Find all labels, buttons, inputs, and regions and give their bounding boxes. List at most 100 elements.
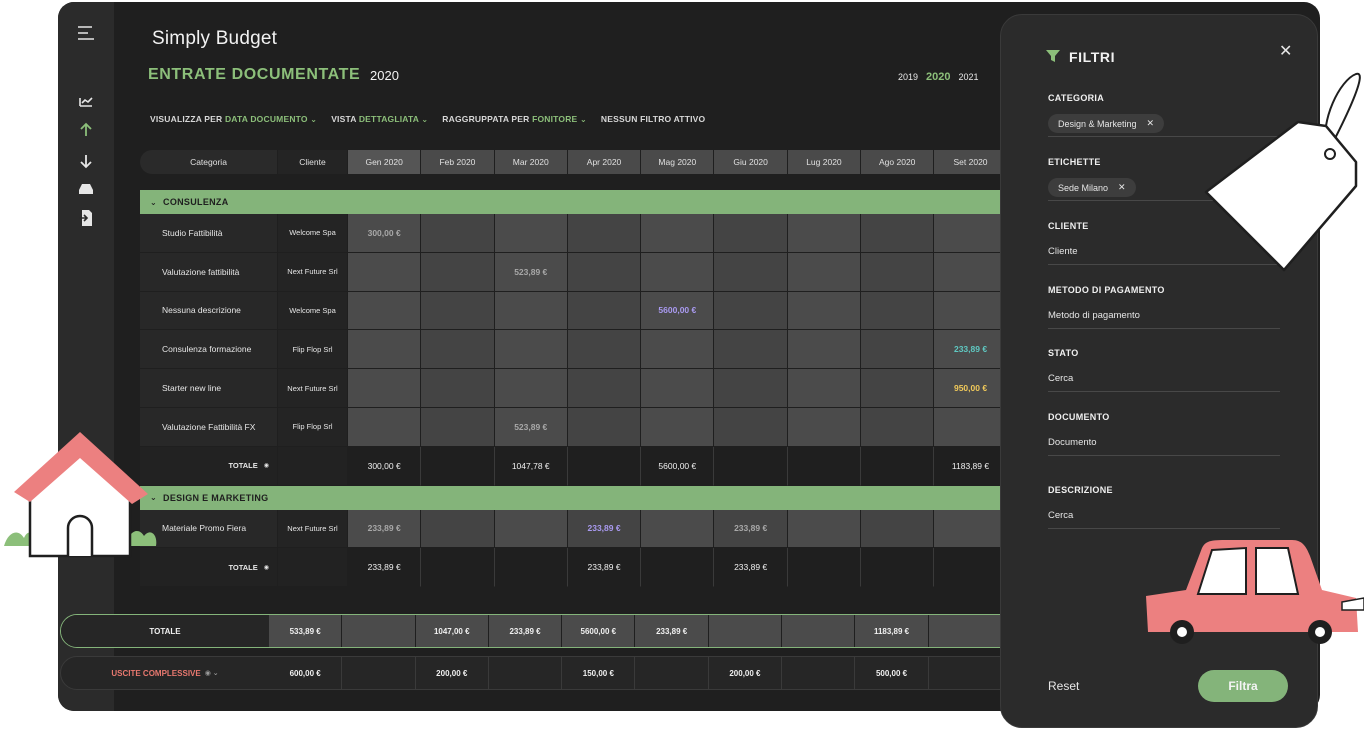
month-value-cell[interactable] (641, 214, 715, 253)
column-header-month[interactable]: Giu 2020 (714, 150, 788, 174)
month-value-cell[interactable] (421, 509, 495, 549)
month-value-cell[interactable]: 233,89 € (567, 509, 642, 549)
column-header-month[interactable]: Apr 2020 (567, 150, 642, 174)
close-icon[interactable]: ✕ (1279, 41, 1292, 61)
month-value-cell[interactable] (348, 330, 422, 370)
month-value-cell[interactable]: 950,00 € (934, 369, 1008, 408)
month-value-cell[interactable] (494, 369, 568, 408)
month-value-cell[interactable] (861, 407, 935, 447)
month-value-cell[interactable] (787, 291, 862, 331)
view-filter-date[interactable]: VISUALIZZA PER DATA DOCUMENTO ⌄ (150, 114, 317, 124)
summary-out-label[interactable]: USCITE COMPLESSIVE ◉ ⌄ (61, 657, 269, 689)
reset-button[interactable]: Reset (1048, 679, 1079, 693)
chart-icon[interactable] (72, 90, 100, 112)
month-value-cell[interactable] (787, 330, 862, 370)
filter-chip[interactable]: Sede Milano ✕ (1048, 178, 1136, 197)
month-value-cell[interactable] (641, 509, 715, 549)
arrow-down-icon[interactable] (72, 150, 100, 172)
remove-chip-icon[interactable]: ✕ (1147, 118, 1155, 129)
table-row[interactable]: Consulenza formazione Flip Flop Srl 233,89… (140, 330, 1140, 370)
month-value-cell[interactable] (567, 407, 642, 447)
month-value-cell[interactable] (567, 214, 642, 253)
month-value-cell[interactable] (494, 509, 568, 549)
month-value-cell[interactable] (934, 291, 1008, 331)
filter-descrizione-input[interactable]: Cerca (1048, 503, 1280, 529)
month-value-cell[interactable] (494, 291, 568, 331)
month-value-cell[interactable] (641, 407, 715, 447)
month-value-cell[interactable] (714, 407, 788, 447)
eye-icon[interactable]: ◉ (264, 564, 269, 571)
menu-icon[interactable] (72, 22, 100, 44)
month-value-cell[interactable] (787, 369, 862, 408)
month-value-cell[interactable] (714, 330, 788, 370)
month-value-cell[interactable] (567, 369, 642, 408)
table-row[interactable]: Starter new line Next Future Srl 950,00 € (140, 369, 1140, 408)
month-value-cell[interactable] (714, 252, 788, 292)
column-header-month[interactable]: Mar 2020 (494, 150, 568, 174)
table-row[interactable]: Studio Fattibilità Welcome Spa 300,00 € (140, 214, 1140, 253)
column-header-month[interactable]: Set 2020 (934, 150, 1008, 174)
month-value-cell[interactable] (861, 252, 935, 292)
month-value-cell[interactable] (421, 214, 495, 253)
month-value-cell[interactable] (348, 291, 422, 331)
month-value-cell[interactable]: 523,89 € (494, 407, 568, 447)
month-value-cell[interactable] (641, 369, 715, 408)
filter-chip[interactable]: Design & Marketing ✕ (1048, 114, 1165, 133)
year-option[interactable]: 2019 (898, 72, 918, 82)
month-value-cell[interactable] (348, 252, 422, 292)
column-header-month[interactable]: Ago 2020 (861, 150, 935, 174)
month-value-cell[interactable] (567, 252, 642, 292)
eye-icon[interactable]: ◉ (264, 462, 269, 469)
month-value-cell[interactable] (861, 291, 935, 331)
month-value-cell[interactable]: 233,89 € (348, 509, 422, 549)
month-value-cell[interactable] (421, 407, 495, 447)
month-value-cell[interactable] (934, 214, 1008, 253)
table-row[interactable]: Nessuna descrizione Welcome Spa 5600,00 € (140, 291, 1140, 331)
table-row[interactable]: Valutazione fattibilità Next Future Srl 52… (140, 252, 1140, 292)
month-value-cell[interactable] (934, 252, 1008, 292)
column-header-month[interactable]: Mag 2020 (641, 150, 715, 174)
column-header-client[interactable]: Cliente (278, 150, 348, 174)
month-value-cell[interactable] (421, 369, 495, 408)
month-value-cell[interactable]: 233,89 € (714, 509, 788, 549)
month-value-cell[interactable] (494, 330, 568, 370)
filter-metodo-input[interactable]: Metodo di pagamento (1048, 303, 1280, 329)
month-value-cell[interactable]: 5600,00 € (641, 291, 715, 331)
month-value-cell[interactable] (714, 214, 788, 253)
month-value-cell[interactable] (861, 214, 935, 253)
arrow-up-icon[interactable] (72, 119, 100, 141)
group-header[interactable]: ⌄ CONSULENZA (140, 190, 1140, 214)
import-icon[interactable] (72, 207, 100, 229)
group-header[interactable]: ⌄ DESIGN E MARKETING (140, 485, 1140, 510)
month-value-cell[interactable] (934, 407, 1008, 447)
month-value-cell[interactable] (348, 369, 422, 408)
month-value-cell[interactable] (787, 509, 862, 549)
remove-chip-icon[interactable]: ✕ (1118, 182, 1126, 193)
month-value-cell[interactable]: 300,00 € (348, 214, 422, 253)
month-value-cell[interactable] (861, 509, 935, 549)
month-value-cell[interactable] (567, 330, 642, 370)
apply-filter-button[interactable]: Filtra (1198, 670, 1288, 702)
month-value-cell[interactable] (348, 407, 422, 447)
month-value-cell[interactable] (421, 291, 495, 331)
month-value-cell[interactable] (421, 252, 495, 292)
month-value-cell[interactable] (421, 330, 495, 370)
month-value-cell[interactable] (787, 252, 862, 292)
month-value-cell[interactable] (787, 214, 862, 253)
month-value-cell[interactable] (861, 369, 935, 408)
column-header-category[interactable]: Categoria (140, 150, 278, 174)
month-value-cell[interactable] (567, 291, 642, 331)
inbox-icon[interactable] (72, 178, 100, 200)
view-filter-detail[interactable]: VISTA DETTAGLIATA ⌄ (331, 114, 428, 124)
filter-documento-input[interactable]: Documento (1048, 430, 1280, 456)
month-value-cell[interactable] (714, 291, 788, 331)
column-header-month[interactable]: Gen 2020 (348, 150, 422, 174)
table-row[interactable]: Valutazione Fattibilità FX Flip Flop Srl 5… (140, 407, 1140, 447)
filter-stato-input[interactable]: Cerca (1048, 366, 1280, 392)
month-value-cell[interactable] (934, 509, 1008, 549)
column-header-month[interactable]: Lug 2020 (787, 150, 862, 174)
month-value-cell[interactable] (861, 330, 935, 370)
table-row[interactable]: Materiale Promo Fiera Next Future Srl 233,… (140, 509, 1140, 549)
view-filter-group[interactable]: RAGGRUPPATA PER FONITORE ⌄ (442, 114, 587, 124)
month-value-cell[interactable] (641, 330, 715, 370)
